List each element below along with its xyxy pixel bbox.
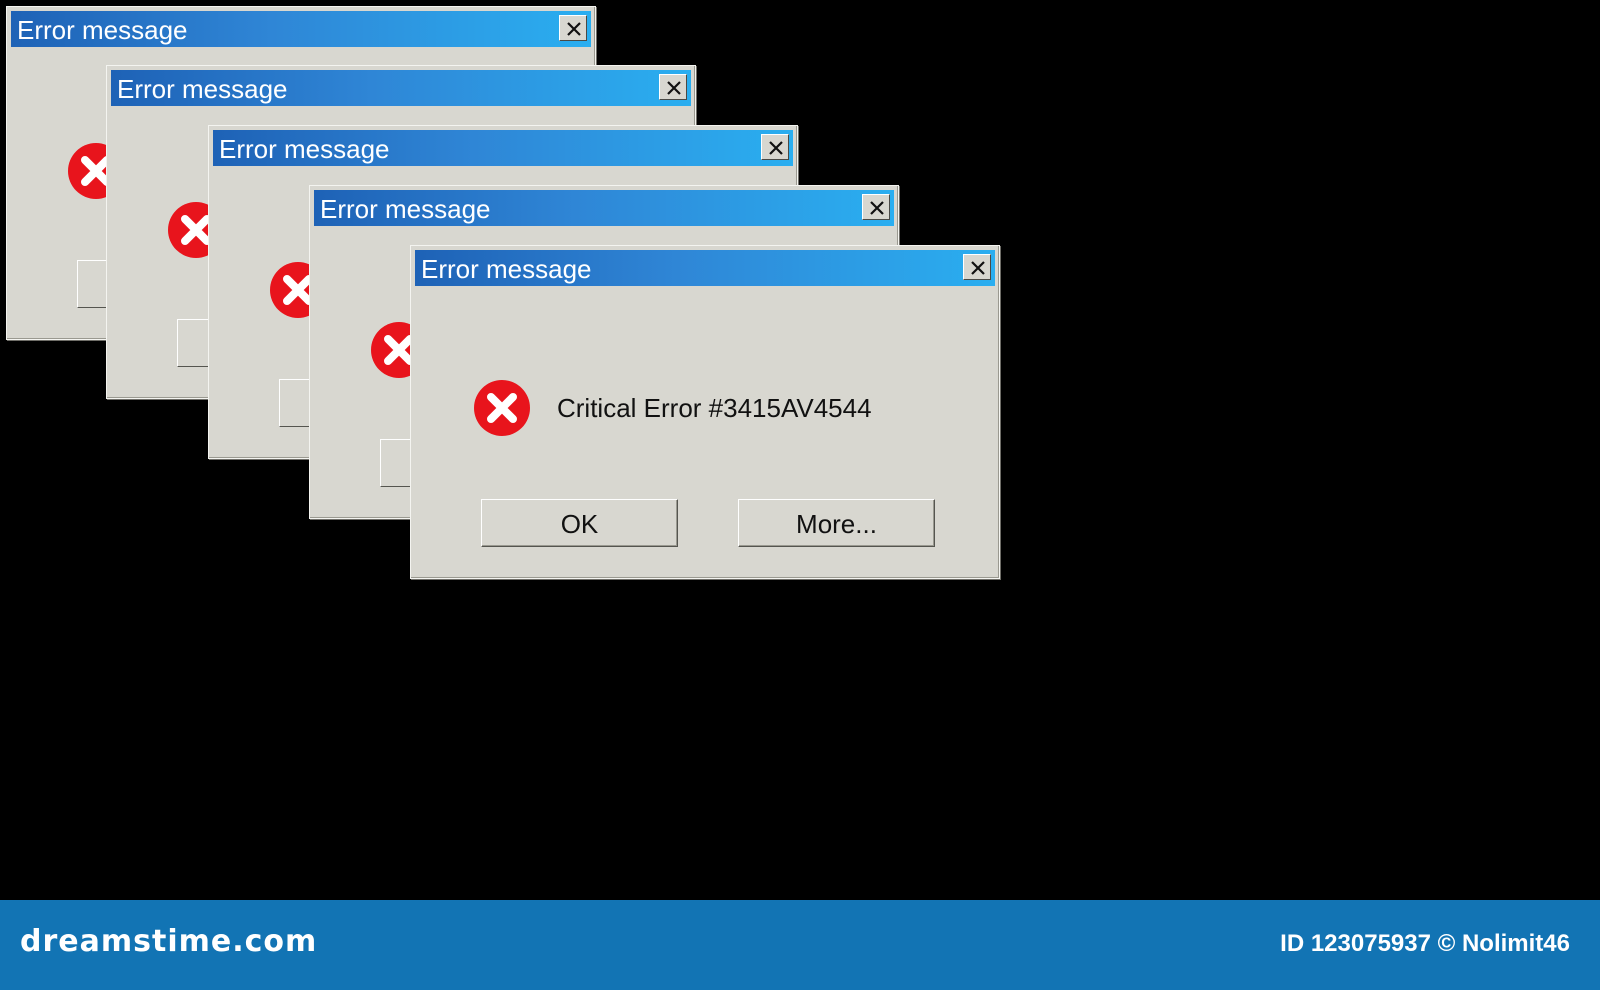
close-button[interactable] <box>659 74 687 100</box>
title-bar[interactable]: Error message <box>213 130 793 166</box>
close-icon <box>870 201 884 215</box>
dialog-stack: Error message Error message Error messag… <box>0 0 1600 900</box>
error-message-text: Critical Error #3415AV4544 <box>557 393 872 423</box>
close-icon <box>971 261 985 275</box>
close-icon <box>567 22 581 36</box>
more-button[interactable]: More... <box>738 499 935 547</box>
error-dialog-front[interactable]: Error message Critical Error #3415AV4544… <box>410 245 1000 579</box>
dialog-title: Error message <box>219 134 390 164</box>
dialog-title: Error message <box>117 74 288 104</box>
title-bar[interactable]: Error message <box>111 70 691 106</box>
watermark-brand: dreamstime.com <box>20 924 318 959</box>
dialog-title: Error message <box>421 254 592 284</box>
dialog-title: Error message <box>320 194 491 224</box>
close-icon <box>667 81 681 95</box>
ok-button[interactable]: OK <box>481 499 678 547</box>
screen: Error message Error message Error messag… <box>0 0 1600 990</box>
close-button[interactable] <box>559 15 587 41</box>
title-bar[interactable]: Error message <box>11 11 591 47</box>
title-bar[interactable]: Error message <box>314 190 894 226</box>
dialog-title: Error message <box>17 15 188 45</box>
error-icon <box>474 380 530 436</box>
watermark-image-id: ID 123075937 © Nolimit46 <box>1280 930 1570 957</box>
close-button[interactable] <box>862 194 890 220</box>
close-button[interactable] <box>963 254 991 280</box>
title-bar[interactable]: Error message <box>415 250 995 286</box>
close-icon <box>769 141 783 155</box>
close-button[interactable] <box>761 134 789 160</box>
watermark-footer: dreamstime.com ID 123075937 © Nolimit46 <box>0 900 1600 990</box>
